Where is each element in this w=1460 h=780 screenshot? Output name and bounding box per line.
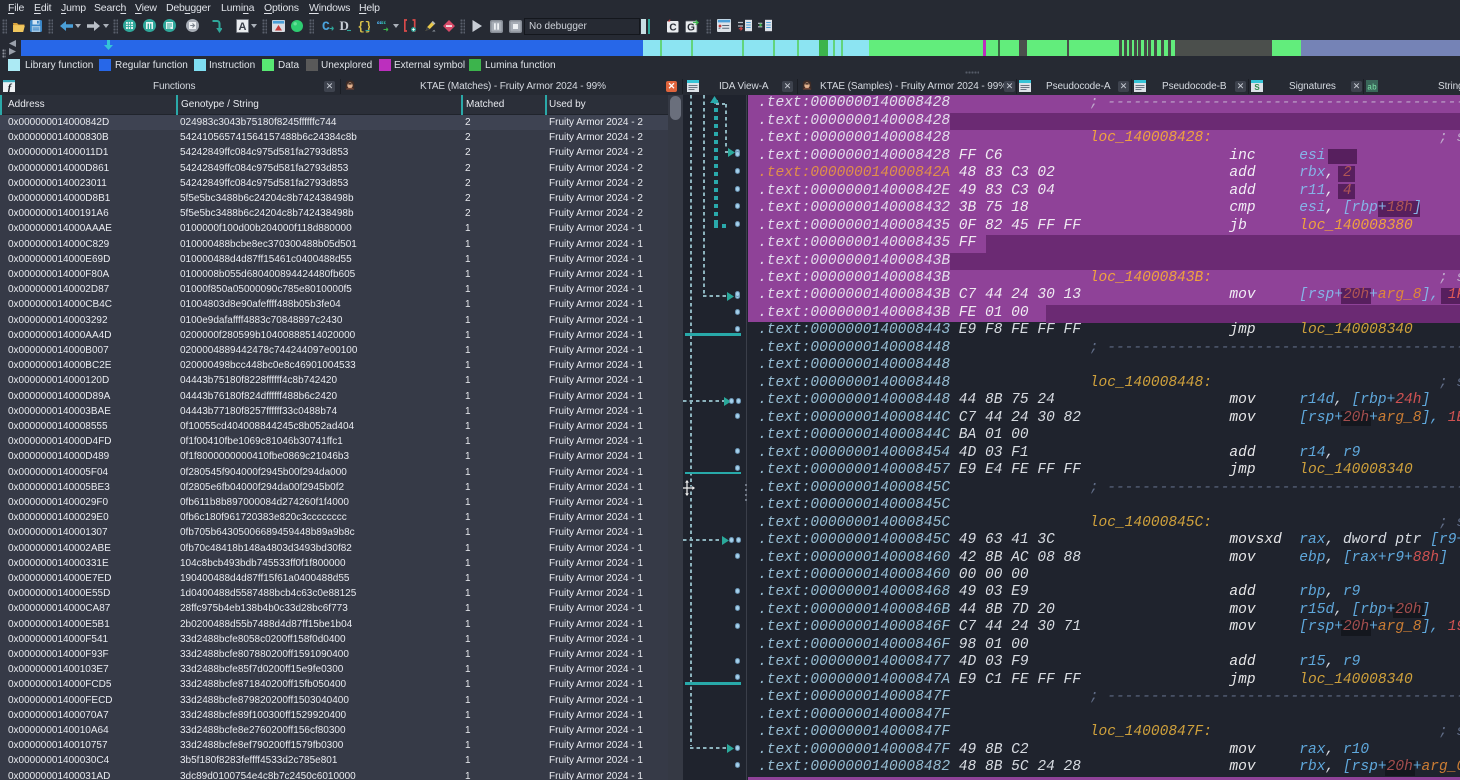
svg-text:ab: ab <box>1367 84 1377 93</box>
svg-text:G: G <box>687 23 695 34</box>
svg-text:C: C <box>669 23 676 34</box>
svg-text:A: A <box>239 21 247 33</box>
svg-text:S: S <box>1254 83 1260 92</box>
svg-text:C: C <box>322 19 330 33</box>
